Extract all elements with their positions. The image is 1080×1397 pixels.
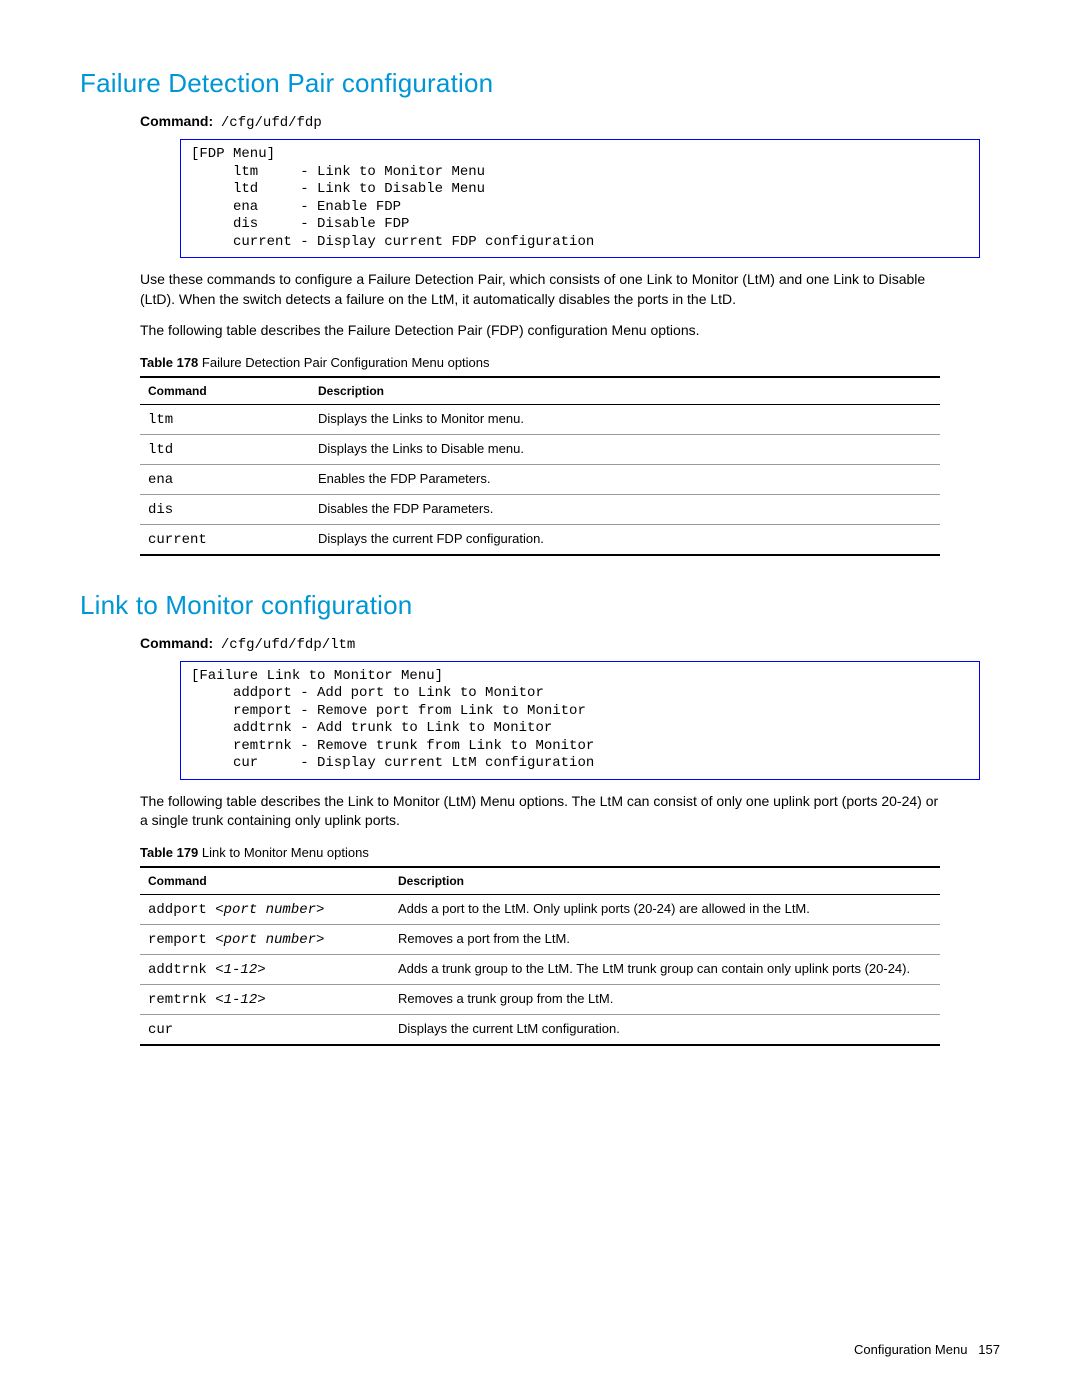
cell-command: remtrnk <1-12> xyxy=(140,984,390,1014)
th-description: Description xyxy=(310,377,940,405)
cell-command: addtrnk <1-12> xyxy=(140,954,390,984)
th-command: Command xyxy=(140,867,390,895)
table-row: currentDisplays the current FDP configur… xyxy=(140,524,940,555)
cell-description: Displays the current FDP configuration. xyxy=(310,524,940,555)
options-table: CommandDescriptionaddport <port number>A… xyxy=(140,866,940,1046)
cell-description: Displays the Links to Disable menu. xyxy=(310,434,940,464)
th-description: Description xyxy=(390,867,940,895)
table-row: addport <port number>Adds a port to the … xyxy=(140,894,940,924)
table-caption-text: Failure Detection Pair Configuration Men… xyxy=(198,355,489,370)
table-row: remtrnk <1-12>Removes a trunk group from… xyxy=(140,984,940,1014)
section-heading: Failure Detection Pair configuration xyxy=(80,68,1000,99)
cell-command: ena xyxy=(140,464,310,494)
cell-description: Disables the FDP Parameters. xyxy=(310,494,940,524)
table-row: remport <port number>Removes a port from… xyxy=(140,924,940,954)
table-row: curDisplays the current LtM configuratio… xyxy=(140,1014,940,1045)
command-label: Command: xyxy=(140,113,213,129)
cell-command: ltm xyxy=(140,404,310,434)
cell-command: remport <port number> xyxy=(140,924,390,954)
body-paragraph: The following table describes the Link t… xyxy=(140,792,940,831)
footer-page-num: 157 xyxy=(978,1342,1000,1357)
table-number: Table 178 xyxy=(140,355,198,370)
cell-description: Removes a trunk group from the LtM. xyxy=(390,984,940,1014)
command-line: Command: /cfg/ufd/fdp/ltm xyxy=(140,635,1000,653)
cell-description: Displays the current LtM configuration. xyxy=(390,1014,940,1045)
command-value: /cfg/ufd/fdp xyxy=(221,115,322,131)
table-caption: Table 178 Failure Detection Pair Configu… xyxy=(140,355,1000,370)
cell-description: Displays the Links to Monitor menu. xyxy=(310,404,940,434)
table-row: addtrnk <1-12>Adds a trunk group to the … xyxy=(140,954,940,984)
page-footer: Configuration Menu 157 xyxy=(854,1342,1000,1357)
cell-command: dis xyxy=(140,494,310,524)
command-line: Command: /cfg/ufd/fdp xyxy=(140,113,1000,131)
table-number: Table 179 xyxy=(140,845,198,860)
cell-description: Removes a port from the LtM. xyxy=(390,924,940,954)
code-block: [Failure Link to Monitor Menu] addport -… xyxy=(180,661,980,780)
body-paragraph: Use these commands to configure a Failur… xyxy=(140,270,940,309)
table-caption-text: Link to Monitor Menu options xyxy=(198,845,369,860)
cell-description: Adds a trunk group to the LtM. The LtM t… xyxy=(390,954,940,984)
options-table: CommandDescriptionltmDisplays the Links … xyxy=(140,376,940,556)
cell-description: Enables the FDP Parameters. xyxy=(310,464,940,494)
table-caption: Table 179 Link to Monitor Menu options xyxy=(140,845,1000,860)
table-row: ltdDisplays the Links to Disable menu. xyxy=(140,434,940,464)
table-row: enaEnables the FDP Parameters. xyxy=(140,464,940,494)
cell-description: Adds a port to the LtM. Only uplink port… xyxy=(390,894,940,924)
command-label: Command: xyxy=(140,635,213,651)
cell-command: current xyxy=(140,524,310,555)
table-row: disDisables the FDP Parameters. xyxy=(140,494,940,524)
th-command: Command xyxy=(140,377,310,405)
cell-command: addport <port number> xyxy=(140,894,390,924)
footer-section: Configuration Menu xyxy=(854,1342,967,1357)
command-value: /cfg/ufd/fdp/ltm xyxy=(221,637,355,653)
section-heading: Link to Monitor configuration xyxy=(80,590,1000,621)
cell-command: cur xyxy=(140,1014,390,1045)
code-block: [FDP Menu] ltm - Link to Monitor Menu lt… xyxy=(180,139,980,258)
table-row: ltmDisplays the Links to Monitor menu. xyxy=(140,404,940,434)
cell-command: ltd xyxy=(140,434,310,464)
body-paragraph: The following table describes the Failur… xyxy=(140,321,940,341)
